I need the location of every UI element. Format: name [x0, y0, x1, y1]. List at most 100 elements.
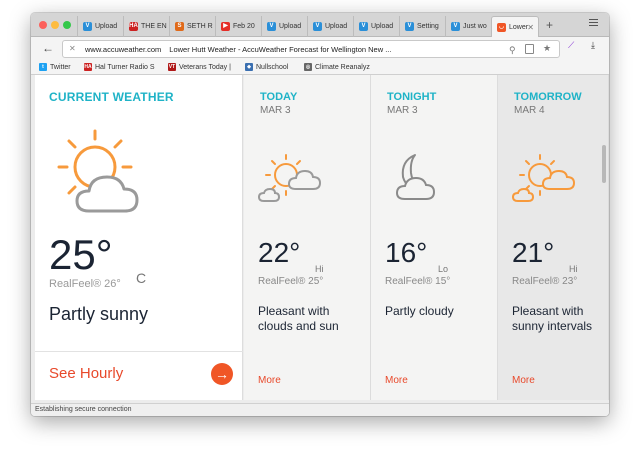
more-link[interactable]: More	[258, 375, 281, 386]
minimize-window-button[interactable]	[51, 21, 59, 29]
partly-sunny-icon	[258, 154, 322, 202]
forecast-date: MAR 4	[514, 105, 545, 116]
current-weather-title: CURRENT WEATHER	[49, 90, 174, 104]
browser-tab[interactable]: V Upload	[353, 16, 399, 37]
forecast-phrase: Partly cloudy	[385, 304, 454, 318]
forecast-card-today[interactable]: TODAY MAR 3 22° Hi RealFeel® 25° Pleasan…	[244, 75, 371, 400]
close-tab-icon[interactable]: ✕	[527, 23, 534, 32]
bookmark-item[interactable]: VT Veterans Today |	[168, 63, 231, 71]
forecast-title: TONIGHT	[387, 91, 437, 103]
browser-tab[interactable]: V Upload	[261, 16, 307, 37]
vertical-scrollbar[interactable]	[602, 145, 606, 183]
clear-url-icon[interactable]: ✕	[69, 44, 76, 53]
forecast-temperature: 16°	[385, 237, 428, 268]
browser-tab[interactable]: ▶ Feb 20	[215, 16, 261, 37]
site-favicon-icon: ◆	[245, 63, 253, 71]
forecast-date: MAR 3	[387, 105, 418, 116]
forecast-date: MAR 3	[260, 105, 291, 116]
tab-label: Setting	[417, 23, 439, 30]
url-host: www.accuweather.com	[85, 45, 162, 54]
tab-label: Upload	[325, 23, 348, 30]
bookmark-label: Twitter	[50, 63, 71, 71]
page-title-in-url: Lower Hutt Weather - AccuWeather Forecas…	[169, 45, 392, 54]
arrow-right-icon[interactable]: →	[211, 363, 233, 385]
site-favicon-icon: HA	[84, 63, 92, 71]
status-bar: Establishing secure connection	[31, 403, 609, 416]
address-bar[interactable]: ✕ www.accuweather.com Lower Hutt Weather …	[62, 40, 560, 58]
forecast-realfeel: RealFeel® 25°	[258, 276, 324, 287]
forecast-card-tonight[interactable]: TONIGHT MAR 3 16° Lo RealFeel® 15° Partl…	[371, 75, 498, 400]
zoom-window-button[interactable]	[63, 21, 71, 29]
tab-label: THE EN	[141, 23, 167, 30]
tab-favicon-icon: V	[83, 22, 92, 31]
temperature-label: Hi	[569, 264, 578, 274]
tab-label: Upload	[279, 23, 302, 30]
tab-favicon-icon: V	[267, 22, 276, 31]
partly-sunny-icon	[57, 129, 139, 213]
browser-tab[interactable]: V Just wo	[445, 16, 491, 37]
download-icon[interactable]: ⤓	[591, 40, 595, 51]
page-content: CURRENT WEATHER 25° C RealFeel® 26° Part…	[31, 75, 609, 416]
current-phrase: Partly sunny	[49, 304, 149, 324]
browser-tab-active[interactable]: ◡ Lower ✕	[491, 16, 539, 37]
browser-tab[interactable]: V Setting	[399, 16, 445, 37]
more-link[interactable]: More	[512, 375, 535, 386]
extension-icon[interactable]: ⟋	[568, 40, 574, 51]
tab-favicon-icon: V	[359, 22, 368, 31]
forecast-realfeel: RealFeel® 15°	[385, 276, 451, 287]
temperature-unit: C	[136, 270, 147, 286]
tab-label: SETH R	[187, 23, 213, 30]
tab-favicon-icon: V	[451, 22, 460, 31]
browser-tab[interactable]: HA THE EN	[123, 16, 169, 37]
status-text: Establishing secure connection	[35, 406, 132, 413]
bookmarks-bar: t Twitter HA Hal Turner Radio S VT Veterans…	[31, 61, 609, 75]
site-favicon-icon: VT	[168, 63, 176, 71]
see-hourly-button[interactable]: See Hourly →	[35, 351, 243, 400]
browser-tab[interactable]: V Upload	[307, 16, 353, 37]
page-icon[interactable]	[525, 44, 534, 54]
forecast-temperature: 21°	[512, 237, 555, 268]
tab-strip: V Upload HA THE EN S SETH R ▶ Feb 20 V Upload…	[31, 13, 609, 37]
tab-favicon-icon: V	[313, 22, 322, 31]
search-icon[interactable]: ⚲	[509, 45, 516, 56]
close-window-button[interactable]	[39, 21, 47, 29]
forecast-phrase: Pleasant with sunny intervals	[512, 304, 593, 333]
browser-window: V Upload HA THE EN S SETH R ▶ Feb 20 V Upload…	[31, 13, 609, 416]
browser-tab[interactable]: V Upload	[77, 16, 123, 37]
tab-menu-icon[interactable]	[589, 19, 598, 28]
bookmark-label: Veterans Today |	[179, 63, 231, 71]
bookmark-item[interactable]: t Twitter	[39, 63, 71, 71]
more-link[interactable]: More	[385, 375, 408, 386]
temperature-label: Lo	[438, 264, 449, 274]
current-realfeel: RealFeel® 26°	[49, 278, 121, 290]
back-arrow-icon[interactable]: ←	[42, 41, 54, 55]
bookmark-item[interactable]: ◆ Nullschool	[245, 63, 288, 71]
new-tab-button[interactable]: +	[546, 18, 553, 32]
tab-favicon-icon: S	[175, 22, 184, 31]
tab-label: Just wo	[463, 23, 487, 30]
bookmark-star-icon[interactable]: ★	[543, 43, 551, 54]
see-hourly-label: See Hourly	[49, 365, 124, 382]
partly-cloudy-night-icon	[395, 154, 436, 200]
forecast-card-tomorrow[interactable]: TOMORROW MAR 4 21° Hi RealFeel® 23° Plea…	[498, 75, 609, 400]
twitter-icon: t	[39, 63, 47, 71]
tab-favicon-icon: V	[405, 22, 414, 31]
forecast-phrase: Pleasant with clouds and sun	[258, 304, 339, 333]
forecast-temperature: 22°	[258, 237, 301, 268]
address-text: www.accuweather.com Lower Hutt Weather - …	[85, 45, 391, 54]
tab-label: Upload	[95, 23, 118, 30]
bookmark-label: Nullschool	[256, 63, 289, 71]
bookmark-item[interactable]: HA Hal Turner Radio S	[84, 63, 155, 71]
current-temperature: 25°	[49, 231, 113, 278]
tab-favicon-icon: HA	[129, 22, 138, 31]
tab-label: Upload	[371, 23, 394, 30]
temperature-label: Hi	[315, 264, 324, 274]
bookmark-label: Hal Turner Radio S	[95, 63, 155, 71]
current-weather-card[interactable]: CURRENT WEATHER 25° C RealFeel® 26° Part…	[35, 75, 243, 400]
browser-tab[interactable]: S SETH R	[169, 16, 215, 37]
tab-label: Lower	[509, 23, 529, 31]
forecast-realfeel: RealFeel® 23°	[512, 276, 578, 287]
bookmark-item[interactable]: ◎ Climate Reanalyz	[304, 63, 370, 71]
address-toolbar: ← ✕ www.accuweather.com Lower Hutt Weathe…	[31, 37, 609, 61]
tab-label: Feb 20	[233, 23, 255, 30]
